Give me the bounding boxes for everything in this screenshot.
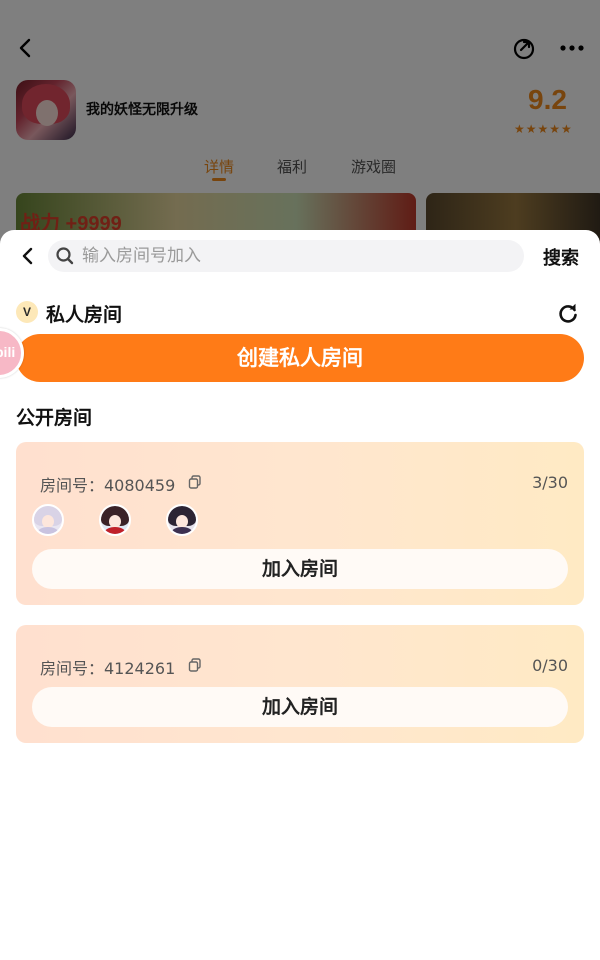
room-card: 房间号：4124261 0/30 加入房间 xyxy=(16,625,584,743)
copy-icon[interactable] xyxy=(188,658,202,672)
member-avatars xyxy=(32,504,232,536)
vip-badge: V xyxy=(16,301,38,323)
search-icon xyxy=(56,247,74,265)
join-room-button[interactable]: 加入房间 xyxy=(32,549,568,589)
room-member-count: 3/30 xyxy=(532,473,568,492)
avatar xyxy=(166,504,198,536)
room-card: 房间号：4080459 3/30 加入房间 xyxy=(16,442,584,605)
bubble-label: bili xyxy=(0,344,16,360)
private-room-header: V 私人房间 xyxy=(16,300,584,326)
room-number-input[interactable] xyxy=(82,240,512,272)
search-box xyxy=(48,240,524,272)
room-sheet: 搜索 V 私人房间 创建私人房间 bili 公开房间 房间号：4080459 3… xyxy=(0,230,600,960)
avatar xyxy=(32,504,64,536)
back-icon[interactable] xyxy=(14,242,42,270)
join-room-button[interactable]: 加入房间 xyxy=(32,687,568,727)
public-room-title: 公开房间 xyxy=(16,407,93,429)
copy-icon[interactable] xyxy=(188,475,202,489)
room-number-label: 房间号：4080459 xyxy=(40,476,176,495)
room-number-label: 房间号：4124261 xyxy=(40,659,176,678)
private-room-title: 私人房间 xyxy=(46,304,123,326)
refresh-icon[interactable] xyxy=(556,301,580,325)
room-member-count: 0/30 xyxy=(532,656,568,675)
search-button[interactable]: 搜索 xyxy=(543,244,579,270)
create-private-room-button[interactable]: 创建私人房间 xyxy=(16,334,584,382)
search-row: 搜索 xyxy=(0,238,600,274)
avatar xyxy=(99,504,131,536)
